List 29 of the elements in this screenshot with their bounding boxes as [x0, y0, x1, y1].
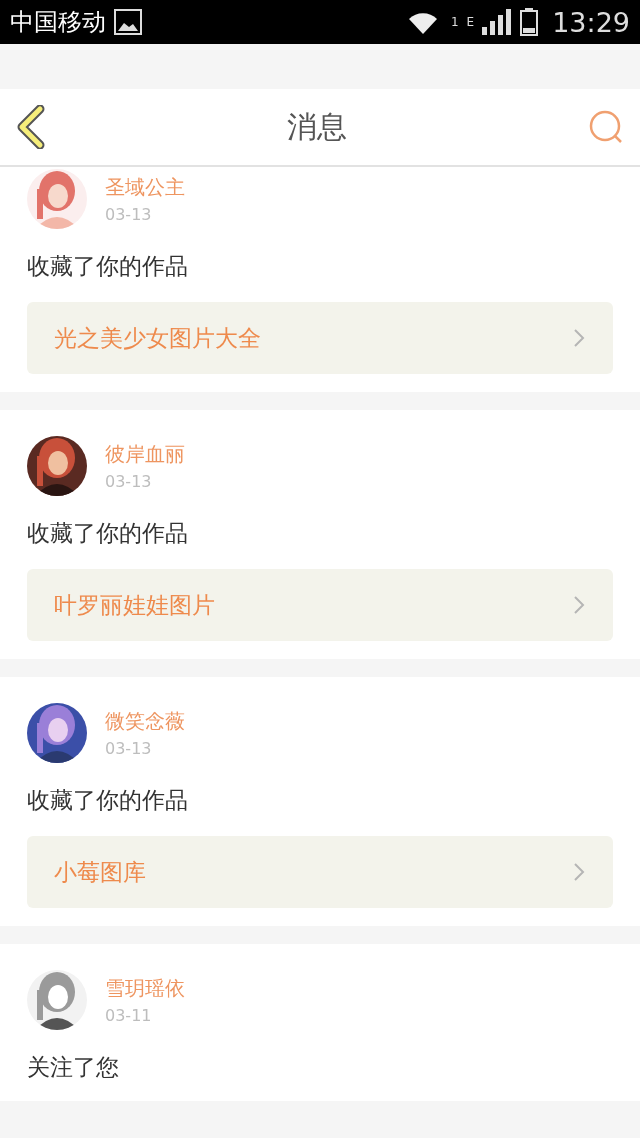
work-link[interactable]: 小莓图库: [27, 836, 613, 908]
message-text: 收藏了你的作品: [27, 519, 189, 548]
clock: 13:29: [552, 6, 630, 38]
network-label: E: [466, 15, 475, 29]
chevron-right-icon: [573, 328, 585, 348]
work-link[interactable]: 叶罗丽娃娃图片: [27, 569, 613, 641]
search-icon: [588, 109, 624, 145]
chevron-left-icon: [16, 105, 46, 149]
work-link[interactable]: 光之美少女图片大全: [27, 302, 613, 374]
message-date: 03-13: [105, 472, 153, 491]
sim-label: 1: [450, 15, 459, 29]
user-name[interactable]: 微笑念薇: [105, 708, 185, 735]
user-name[interactable]: 彼岸血丽: [105, 441, 185, 468]
message-date: 03-13: [105, 739, 153, 758]
signal-icon: [482, 9, 513, 35]
carrier-name: 中国移动: [10, 7, 106, 38]
message-text: 收藏了你的作品: [27, 252, 189, 281]
message-date: 03-13: [105, 205, 153, 224]
message-text: 收藏了你的作品: [27, 786, 189, 815]
battery-icon: [520, 8, 539, 36]
chevron-right-icon: [573, 862, 585, 882]
message-date: 03-11: [105, 1006, 153, 1025]
message-text: 关注了您: [27, 1053, 120, 1082]
chevron-right-icon: [573, 595, 585, 615]
user-name[interactable]: 圣域公主: [105, 174, 185, 201]
image-icon: [114, 9, 142, 35]
back-button[interactable]: [16, 105, 46, 149]
user-name[interactable]: 雪玥瑶依: [105, 975, 185, 1002]
page-title: 消息: [287, 107, 347, 146]
